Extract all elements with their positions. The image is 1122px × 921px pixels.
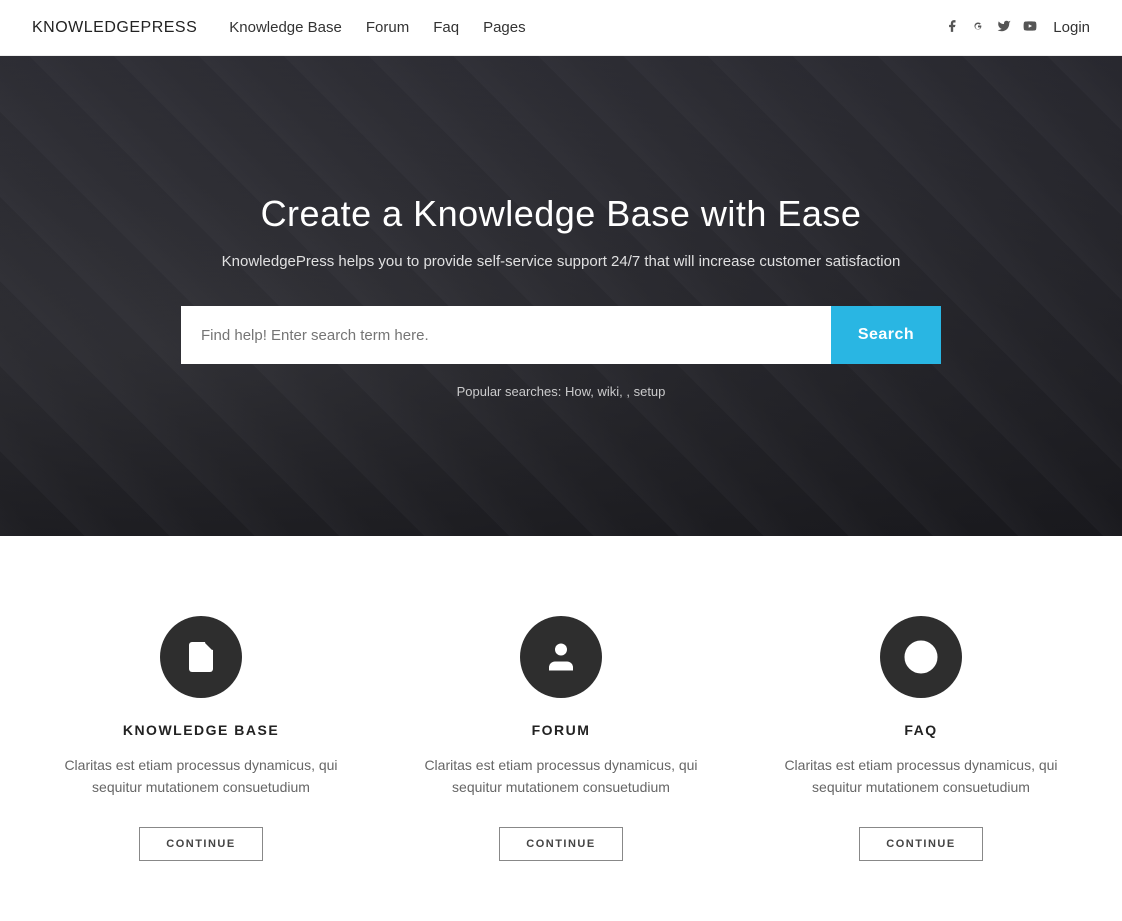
card-knowledge-base: KNOWLEDGE BASE Claritas est etiam proces… [61,616,341,861]
knowledge-base-icon-circle [160,616,242,698]
hero-section: Create a Knowledge Base with Ease Knowle… [0,56,1122,536]
popular-searches: Popular searches: How, wiki, , setup [16,384,1106,399]
card-forum-title: FORUM [532,722,591,738]
social-icons [945,19,1037,36]
hero-title: Create a Knowledge Base with Ease [16,193,1106,235]
person-icon [543,639,579,675]
twitter-icon[interactable] [997,19,1011,36]
card-faq-continue-button[interactable]: CONTINUE [859,827,982,861]
search-button[interactable]: Search [831,306,941,364]
search-bar: Search [181,306,941,364]
document-icon [183,639,219,675]
card-forum: FORUM Claritas est etiam processus dynam… [421,616,701,861]
forum-icon-circle [520,616,602,698]
logo-light: PRESS [141,19,198,36]
navbar-right: Login [945,19,1090,36]
card-faq: FAQ Claritas est etiam processus dynamic… [781,616,1061,861]
logo[interactable]: KNOWLEDGEPRESS [32,19,197,37]
card-forum-continue-button[interactable]: CONTINUE [499,827,622,861]
cards-section: KNOWLEDGE BASE Claritas est etiam proces… [0,536,1122,921]
google-plus-icon[interactable] [971,19,985,36]
nav-item-forum[interactable]: Forum [366,19,409,37]
nav-links: Knowledge Base Forum Faq Pages [229,19,525,37]
hero-content: Create a Knowledge Base with Ease Knowle… [0,193,1122,399]
nav-item-faq[interactable]: Faq [433,19,459,37]
card-kb-continue-button[interactable]: CONTINUE [139,827,262,861]
navbar: KNOWLEDGEPRESS Knowledge Base Forum Faq … [0,0,1122,56]
login-link[interactable]: Login [1053,19,1090,36]
faq-icon-circle [880,616,962,698]
hero-subtitle: KnowledgePress helps you to provide self… [16,253,1106,270]
facebook-icon[interactable] [945,19,959,36]
nav-item-pages[interactable]: Pages [483,19,526,37]
card-kb-desc: Claritas est etiam processus dynamicus, … [61,754,341,799]
navbar-left: KNOWLEDGEPRESS Knowledge Base Forum Faq … [32,19,526,37]
search-input[interactable] [181,306,831,364]
logo-bold: KNOWLEDGE [32,19,141,36]
nav-item-kb[interactable]: Knowledge Base [229,19,342,37]
youtube-icon[interactable] [1023,19,1037,36]
question-icon [903,639,939,675]
card-faq-title: FAQ [904,722,937,738]
card-faq-desc: Claritas est etiam processus dynamicus, … [781,754,1061,799]
card-forum-desc: Claritas est etiam processus dynamicus, … [421,754,701,799]
card-kb-title: KNOWLEDGE BASE [123,722,279,738]
